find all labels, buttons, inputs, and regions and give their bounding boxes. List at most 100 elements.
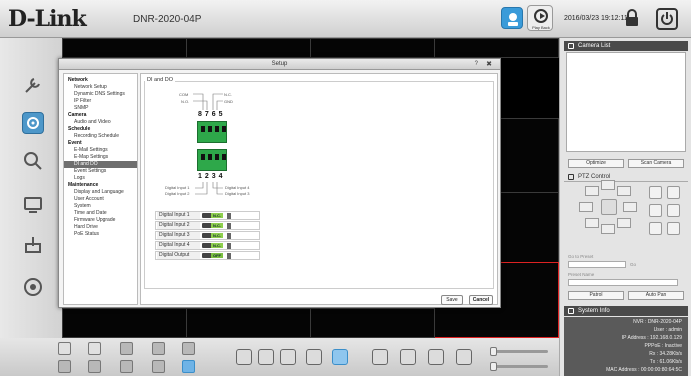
search-icon[interactable] — [22, 150, 44, 172]
setup-icon[interactable] — [22, 112, 44, 134]
save-button[interactable]: Save — [441, 295, 463, 305]
camera-cell[interactable] — [186, 308, 311, 338]
patrol-button[interactable]: Patrol — [568, 291, 624, 300]
nav-item[interactable]: E-Mail Settings — [64, 147, 137, 154]
camera-cell[interactable] — [62, 308, 187, 338]
camera-cell[interactable] — [434, 38, 559, 58]
settings-content: COM N.O. N.C. GND 8765 1234 Digital Inpu… — [140, 73, 498, 305]
sequence-icon[interactable] — [236, 349, 252, 365]
layout-13-icon[interactable] — [88, 360, 101, 373]
volume-icon[interactable] — [456, 349, 472, 365]
nav-item[interactable]: Event Settings — [64, 168, 137, 175]
sysinfo-mac: MAC Address : 00:00:00:80:64:5C — [606, 367, 682, 373]
nav-item[interactable]: Display and Language — [64, 189, 137, 196]
ptz-down-right-icon[interactable] — [617, 218, 631, 228]
camera-list[interactable] — [566, 52, 686, 152]
layout-8-icon[interactable] — [152, 342, 165, 355]
io-toggle[interactable]: N.C. — [202, 223, 223, 228]
export-icon[interactable] — [22, 234, 44, 256]
nav-item[interactable]: User Account — [64, 196, 137, 203]
nav-item[interactable]: Audio and Video — [64, 119, 137, 126]
scan-camera-button[interactable]: Scan Camera — [628, 159, 684, 168]
layout-16-icon[interactable] — [120, 360, 133, 373]
nav-item[interactable]: Recording Schedule — [64, 133, 137, 140]
cancel-button[interactable]: Cancel — [469, 295, 493, 305]
help-icon[interactable]: ? — [475, 61, 478, 67]
display-mode-icon[interactable] — [332, 349, 348, 365]
nav-item[interactable]: Time and Date — [64, 210, 137, 217]
optimize-button[interactable]: Optimize — [568, 159, 624, 168]
focus-near-icon[interactable] — [649, 204, 662, 217]
ptz-up-right-icon[interactable] — [617, 186, 631, 196]
nav-item[interactable]: E-Map Settings — [64, 154, 137, 161]
layout-1-icon[interactable] — [58, 342, 71, 355]
monitor-icon[interactable] — [22, 194, 44, 216]
go-link[interactable]: Go — [630, 262, 636, 267]
nav-item[interactable]: Network Setup — [64, 84, 137, 91]
zoom-out-icon[interactable] — [667, 186, 680, 199]
close-icon[interactable]: ✖ — [486, 60, 492, 68]
camera-cell[interactable] — [310, 38, 435, 58]
nav-category[interactable]: Schedule — [64, 126, 137, 133]
focus-far-icon[interactable] — [667, 204, 680, 217]
layout-pip-icon[interactable] — [152, 360, 165, 373]
mic-slider[interactable] — [490, 362, 548, 371]
settings-circle-icon[interactable] — [22, 276, 44, 298]
ptz-left-icon[interactable] — [579, 202, 593, 212]
playback-button[interactable]: Play Back — [527, 5, 553, 31]
ptz-up-icon[interactable] — [601, 180, 615, 190]
io-toggle[interactable]: N.C. — [202, 243, 223, 248]
nav-item[interactable]: IP Filter — [64, 98, 137, 105]
layout-10-icon[interactable] — [58, 360, 71, 373]
ptz-down-left-icon[interactable] — [585, 218, 599, 228]
go-to-preset-label: Go to Preset — [568, 254, 594, 259]
ptz-right-icon[interactable] — [623, 202, 637, 212]
camera-cell[interactable] — [62, 38, 187, 58]
preset-name-input[interactable] — [568, 279, 678, 286]
wrench-icon[interactable] — [22, 74, 44, 96]
live-view-button[interactable] — [501, 7, 523, 29]
audio-icon[interactable] — [428, 349, 444, 365]
layout-6-icon[interactable] — [120, 342, 133, 355]
io-row: Digital Output OFF — [155, 251, 260, 260]
fit-icon[interactable] — [280, 349, 296, 365]
nav-item[interactable]: PoE Status — [64, 231, 137, 238]
zoom-in-icon[interactable] — [649, 186, 662, 199]
group-icon[interactable] — [306, 349, 322, 365]
io-row: Digital Input 2 N.C. — [155, 221, 260, 230]
ptz-down-icon[interactable] — [601, 224, 615, 234]
ptz-up-left-icon[interactable] — [585, 186, 599, 196]
lock-icon[interactable] — [623, 9, 641, 27]
camera-cell[interactable] — [186, 38, 311, 58]
volume-slider[interactable] — [490, 347, 548, 356]
preset-select[interactable] — [568, 261, 626, 268]
nav-item-selected[interactable]: DI and DO — [64, 161, 137, 168]
power-icon[interactable] — [656, 8, 678, 30]
nav-item[interactable]: Logs — [64, 175, 137, 182]
nav-item[interactable]: Dynamic DNS Settings — [64, 91, 137, 98]
layout-9-icon[interactable] — [182, 342, 195, 355]
ptz-home-icon[interactable] — [601, 199, 617, 215]
nav-category[interactable]: Network — [64, 77, 137, 84]
layout-4-icon[interactable] — [88, 342, 101, 355]
camera-cell[interactable] — [310, 308, 435, 338]
layout-grid-icon[interactable] — [182, 360, 195, 373]
io-toggle[interactable]: N.C. — [202, 233, 223, 238]
snapshot-icon[interactable] — [372, 349, 388, 365]
io-label: Digital Input 2 — [157, 222, 200, 229]
nav-item[interactable]: System — [64, 203, 137, 210]
io-row: Digital Input 4 N.C. — [155, 241, 260, 250]
nav-category[interactable]: Event — [64, 140, 137, 147]
nav-category[interactable]: Camera — [64, 112, 137, 119]
nav-item[interactable]: Firmware Upgrade — [64, 217, 137, 224]
io-toggle[interactable]: N.C. — [202, 213, 223, 218]
nav-item[interactable]: SNMP — [64, 105, 137, 112]
nav-item[interactable]: Hard Drive — [64, 224, 137, 231]
record-icon[interactable] — [400, 349, 416, 365]
iris-close-icon[interactable] — [667, 222, 680, 235]
iris-open-icon[interactable] — [649, 222, 662, 235]
nav-category[interactable]: Maintenance — [64, 182, 137, 189]
auto-pan-button[interactable]: Auto Pan — [628, 291, 684, 300]
fullscreen-icon[interactable] — [258, 349, 274, 365]
io-toggle[interactable]: OFF — [202, 253, 223, 258]
